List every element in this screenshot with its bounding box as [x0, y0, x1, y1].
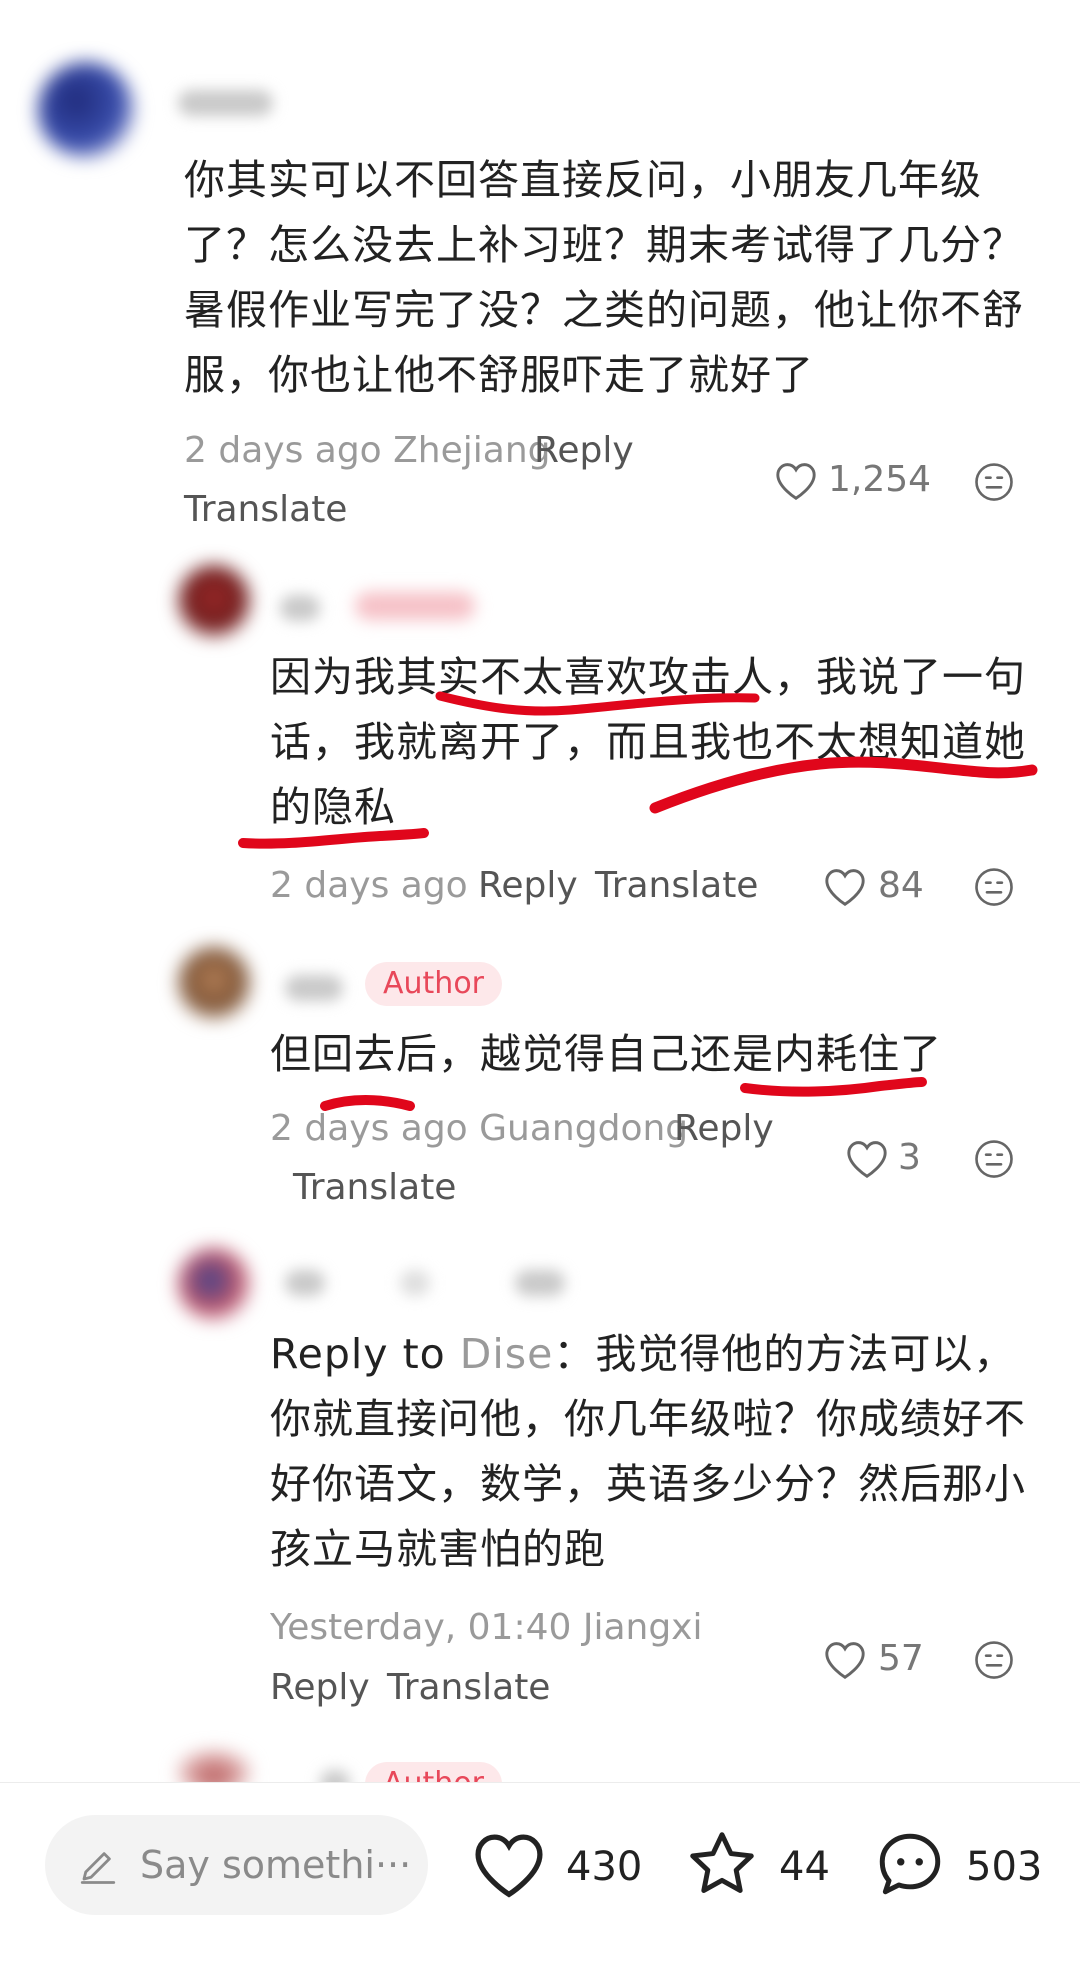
comment-meta: Yesterday, 01:40 Jiangxi: [270, 1607, 703, 1648]
like-count: 84: [878, 865, 924, 906]
comment-text: 因为我其实不太喜欢攻击人，我说了一句话，我就离开了，而且我也不太想知道她的隐私: [270, 653, 1026, 831]
reply-button[interactable]: Reply: [674, 1105, 774, 1153]
translate-button[interactable]: Translate: [595, 862, 758, 910]
dislike-face-icon[interactable]: [973, 1639, 1015, 1681]
like-heart-icon[interactable]: [471, 1831, 547, 1899]
translate-button[interactable]: Translate: [387, 1664, 550, 1712]
username[interactable]: [280, 595, 320, 621]
comment-text: Reply to Dise：我觉得他的方法可以，你就直接问他，你几年级啦？你成绩…: [270, 1322, 1040, 1582]
avatar[interactable]: [38, 62, 134, 158]
translate-button[interactable]: Translate: [184, 486, 347, 534]
username-extra: [400, 1270, 430, 1296]
like-total: 430: [566, 1844, 643, 1890]
comment-text: 你其实可以不回答直接反问，小朋友几年级了？怎么没去上补习班？期末考试得了几分？暑…: [184, 156, 1024, 399]
like-count: 3: [898, 1137, 921, 1178]
like-count: 57: [878, 1638, 924, 1679]
username[interactable]: [178, 90, 273, 116]
avatar[interactable]: [178, 1248, 250, 1320]
username[interactable]: [285, 975, 343, 1001]
heart-icon[interactable]: [823, 867, 867, 907]
reply-button[interactable]: Reply: [270, 1664, 370, 1712]
reply-button[interactable]: Reply: [534, 427, 634, 475]
comment-input-placeholder: Say somethi···: [140, 1843, 412, 1887]
favorite-total: 44: [779, 1844, 830, 1890]
heart-icon[interactable]: [774, 461, 818, 501]
heart-icon[interactable]: [845, 1139, 889, 1179]
comment-meta: 2 days ago: [270, 865, 468, 906]
dislike-face-icon[interactable]: [973, 866, 1015, 908]
avatar[interactable]: [178, 947, 250, 1019]
pencil-icon: [80, 1852, 116, 1884]
reply-to-label: Reply to: [270, 1330, 446, 1378]
comment-input[interactable]: Say somethi···: [45, 1815, 428, 1915]
comment-text: 但回去后，越觉得自己还是内耗住了: [270, 1030, 942, 1078]
translate-button[interactable]: Translate: [293, 1164, 456, 1212]
comment-total: 503: [966, 1844, 1043, 1890]
dislike-face-icon[interactable]: [973, 461, 1015, 503]
comment-meta: 2 days ago Guangdong: [270, 1108, 689, 1149]
username[interactable]: [285, 1270, 325, 1296]
like-count: 1,254: [828, 459, 932, 500]
username-extra: [515, 1270, 565, 1296]
author-badge: Author: [365, 962, 503, 1006]
comment-bubble-icon[interactable]: [871, 1827, 949, 1901]
comment-meta: 2 days ago Zhejiang: [184, 430, 551, 471]
avatar[interactable]: [178, 565, 250, 637]
bottom-action-bar: Say somethi··· 430 44 503: [0, 1782, 1080, 1961]
heart-icon[interactable]: [823, 1640, 867, 1680]
star-icon[interactable]: [684, 1827, 760, 1901]
reply-button[interactable]: Reply: [478, 862, 578, 910]
user-tag: [355, 592, 475, 620]
dislike-face-icon[interactable]: [973, 1138, 1015, 1180]
reply-to-username[interactable]: Dise: [460, 1330, 554, 1378]
